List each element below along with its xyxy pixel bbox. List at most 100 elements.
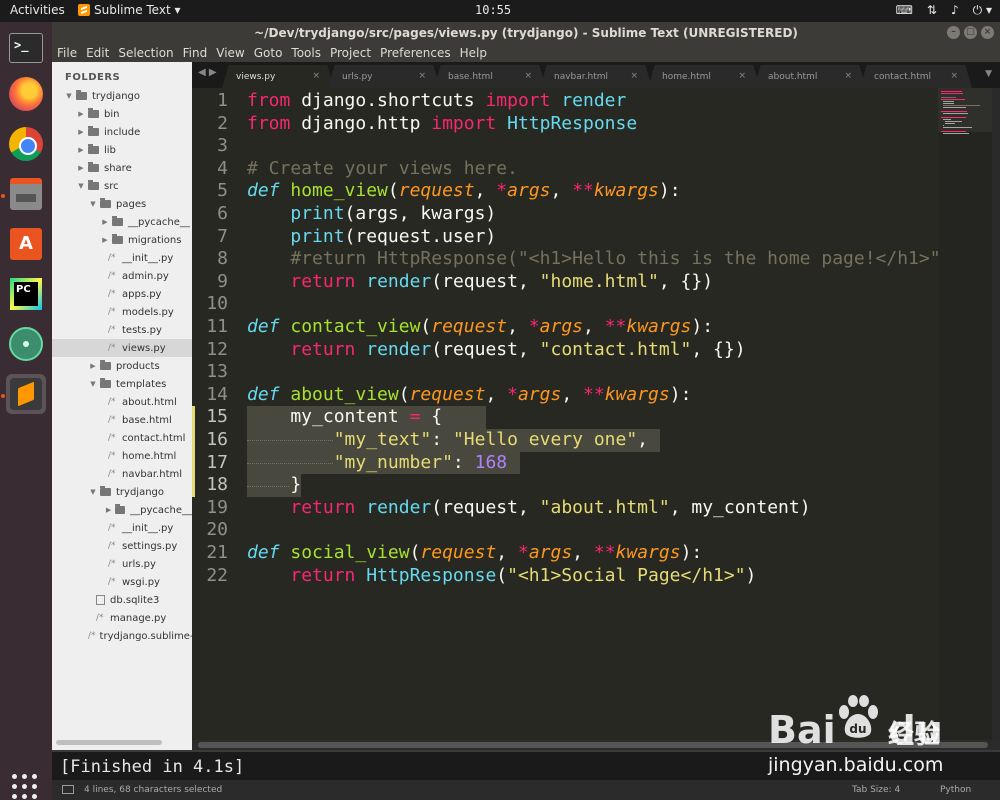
sidebar-file[interactable]: /* trydjango.sublime-p xyxy=(52,627,192,645)
editor-tab[interactable]: home.html × xyxy=(648,65,760,88)
code-editor[interactable]: 1 from django.shortcuts import render 2 fro… xyxy=(192,88,938,740)
sidebar-file[interactable]: /* home.html xyxy=(52,447,192,465)
syntax-indicator[interactable]: Python xyxy=(940,785,971,795)
sidebar-folder[interactable]: ▼ src xyxy=(52,177,192,195)
menu-preferences[interactable]: Preferences xyxy=(380,44,451,62)
code-line[interactable]: "my_number": 168 xyxy=(247,452,507,473)
network-icon[interactable]: ⇅ xyxy=(927,3,937,18)
chevron-right-icon[interactable]: ▶ xyxy=(100,218,110,226)
chevron-right-icon[interactable]: ▶ xyxy=(76,110,86,118)
chevron-right-icon[interactable]: ▶ xyxy=(100,236,110,244)
code-line[interactable]: def about_view(request, *args, **kwargs)… xyxy=(247,384,691,405)
sidebar-file[interactable]: /* views.py xyxy=(52,339,192,357)
code-line[interactable]: return HttpResponse("<h1>Social Page</h1… xyxy=(247,565,756,586)
firefox-launcher[interactable] xyxy=(6,74,46,114)
sidebar-file[interactable]: db.sqlite3 xyxy=(52,591,192,609)
pycharm-launcher[interactable]: PC xyxy=(6,274,46,314)
editor-tab[interactable]: base.html × xyxy=(434,65,546,88)
sidebar-folder[interactable]: ▶ lib xyxy=(52,141,192,159)
window-title-bar[interactable]: ~/Dev/trydjango/src/pages/views.py (tryd… xyxy=(52,22,1000,44)
code-line[interactable]: #return HttpResponse("<h1>Hello this is … xyxy=(247,248,938,269)
horizontal-scrollbar[interactable] xyxy=(192,740,1000,750)
chevron-right-icon[interactable]: ▶ xyxy=(76,146,86,154)
sidebar-folder[interactable]: ▶ __pycache__ xyxy=(52,501,192,519)
editor-tab[interactable]: navbar.html × xyxy=(540,65,652,88)
sidebar-file[interactable]: /* navbar.html xyxy=(52,465,192,483)
code-line[interactable]: return render(request, "home.html", {}) xyxy=(247,271,713,292)
code-line[interactable]: def home_view(request, *args, **kwargs): xyxy=(247,180,681,201)
chevron-down-icon[interactable]: ▼ xyxy=(88,200,98,208)
minimap-viewport[interactable] xyxy=(938,88,992,132)
sidebar-file[interactable]: /* wsgi.py xyxy=(52,573,192,591)
show-applications-icon[interactable] xyxy=(12,774,38,800)
chevron-right-icon[interactable]: ▶ xyxy=(76,164,86,172)
minimize-button[interactable]: – xyxy=(947,26,960,39)
code-line[interactable]: from django.http import HttpResponse xyxy=(247,113,637,134)
tab-size-indicator[interactable]: Tab Size: 4 xyxy=(852,785,900,795)
editor-tab[interactable]: contact.html × xyxy=(860,65,972,88)
sidebar-folder[interactable]: ▶ migrations xyxy=(52,231,192,249)
close-tab-icon[interactable]: × xyxy=(524,71,532,81)
files-launcher[interactable] xyxy=(6,174,46,214)
chevron-right-icon[interactable]: ▶ xyxy=(104,506,113,514)
menu-help[interactable]: Help xyxy=(460,44,487,62)
menu-find[interactable]: Find xyxy=(183,44,208,62)
clock[interactable]: 10:55 xyxy=(475,3,511,17)
tab-nav-arrows[interactable]: ◀ ▶ xyxy=(198,67,217,78)
editor-tab[interactable]: about.html × xyxy=(754,65,866,88)
tab-list-dropdown[interactable]: ▼ xyxy=(985,69,992,79)
code-line[interactable]: from django.shortcuts import render xyxy=(247,90,626,111)
activities-button[interactable]: Activities xyxy=(10,3,65,17)
sidebar-folder[interactable]: ▼ trydjango xyxy=(52,483,192,501)
close-tab-icon[interactable]: × xyxy=(630,71,638,81)
sidebar-folder[interactable]: ▶ include xyxy=(52,123,192,141)
close-button[interactable]: × xyxy=(981,26,994,39)
close-tab-icon[interactable]: × xyxy=(950,71,958,81)
sidebar-folder[interactable]: ▼ trydjango xyxy=(52,87,192,105)
editor-tab[interactable]: urls.py × xyxy=(328,65,440,88)
sidebar-folder[interactable]: ▶ __pycache__ xyxy=(52,213,192,231)
sidebar-file[interactable]: /* tests.py xyxy=(52,321,192,339)
sidebar-file[interactable]: /* models.py xyxy=(52,303,192,321)
close-tab-icon[interactable]: × xyxy=(312,71,320,81)
chrome-launcher[interactable] xyxy=(6,124,46,164)
code-line[interactable]: def contact_view(request, *args, **kwarg… xyxy=(247,316,713,337)
sidebar-folder[interactable]: ▼ pages xyxy=(52,195,192,213)
sidebar-file[interactable]: /* about.html xyxy=(52,393,192,411)
keyboard-icon[interactable]: ⌨ xyxy=(896,3,913,18)
sidebar-folder[interactable]: ▼ templates xyxy=(52,375,192,393)
sidebar-file[interactable]: /* __init__.py xyxy=(52,249,192,267)
minimap[interactable] xyxy=(938,88,992,740)
close-tab-icon[interactable]: × xyxy=(738,71,746,81)
menu-file[interactable]: File xyxy=(57,44,77,62)
sidebar-file[interactable]: /* admin.py xyxy=(52,267,192,285)
chevron-down-icon[interactable]: ▼ xyxy=(88,488,98,496)
code-line[interactable]: "my_text": "Hello every one", xyxy=(247,429,648,450)
chevron-right-icon[interactable]: ▶ xyxy=(88,362,98,370)
sidebar-folder[interactable]: ▶ products xyxy=(52,357,192,375)
code-line[interactable]: def social_view(request, *args, **kwargs… xyxy=(247,542,702,563)
code-line[interactable]: print(args, kwargs) xyxy=(247,203,496,224)
sidebar-file[interactable]: /* apps.py xyxy=(52,285,192,303)
system-tray[interactable]: ⌨ ⇅ ♪ ⏻ ▾ xyxy=(896,3,992,18)
chevron-down-icon[interactable]: ▼ xyxy=(76,182,86,190)
vertical-scrollbar[interactable] xyxy=(992,88,1000,740)
sidebar-file[interactable]: /* settings.py xyxy=(52,537,192,555)
horizontal-scroll-thumb[interactable] xyxy=(198,742,988,748)
software-center-launcher[interactable]: A xyxy=(6,224,46,264)
sidebar-folder[interactable]: ▶ share xyxy=(52,159,192,177)
terminal-launcher[interactable]: >_ xyxy=(6,28,46,68)
sidebar-file[interactable]: /* base.html xyxy=(52,411,192,429)
maximize-button[interactable]: □ xyxy=(964,26,977,39)
close-tab-icon[interactable]: × xyxy=(844,71,852,81)
menu-view[interactable]: View xyxy=(216,44,244,62)
toggle-panel-icon[interactable] xyxy=(62,785,74,794)
code-line[interactable]: my_content = { xyxy=(247,406,442,427)
app-menu-button[interactable]: Sublime Text ▾ xyxy=(78,3,181,17)
power-icon[interactable]: ⏻ ▾ xyxy=(973,3,992,18)
sidebar-folder[interactable]: ▶ bin xyxy=(52,105,192,123)
sidebar-file[interactable]: /* manage.py xyxy=(52,609,192,627)
menu-project[interactable]: Project xyxy=(330,44,371,62)
code-line[interactable]: print(request.user) xyxy=(247,226,496,247)
close-tab-icon[interactable]: × xyxy=(418,71,426,81)
